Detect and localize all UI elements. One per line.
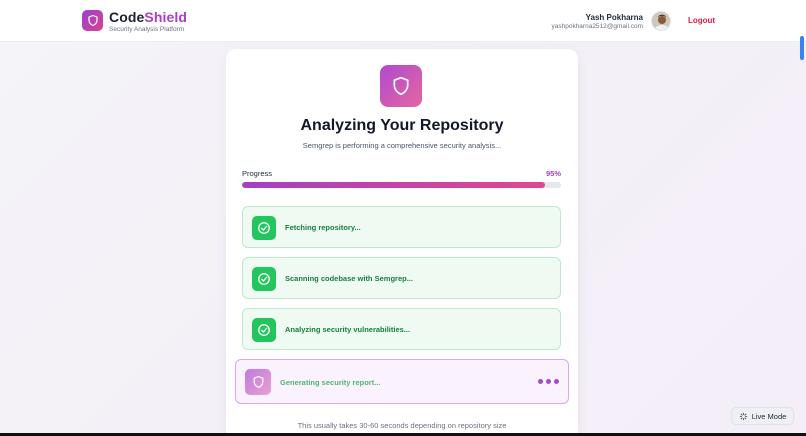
shield-icon [253,375,263,389]
live-mode-button[interactable]: Live Mode [731,407,794,425]
progress-fill [242,182,546,188]
analysis-card: Analyzing Your Repository Semgrep is per… [226,49,578,436]
hero-shield [380,65,422,107]
shield-icon [393,76,409,96]
step-analyzing: Analyzing security vulnerabilities... [242,308,561,350]
page-title: Analyzing Your Repository [300,117,504,134]
step-status [252,318,276,342]
step-label: Generating security report... [280,378,381,387]
step-fetching: Fetching repository... [242,206,561,248]
step-status [245,369,271,395]
step-status [252,216,276,240]
step-status [252,267,276,291]
step-generating: Generating security report... [235,359,569,404]
logo[interactable] [82,10,103,31]
top-header: CodeShield Security Analysis Platform Ya… [0,0,806,42]
step-scanning: Scanning codebase with Semgrep... [242,257,561,299]
user-name: Yash Pokharna [585,13,643,22]
shield-icon [87,14,98,27]
progress-bar [242,182,561,188]
duration-note: This usually takes 30-60 seconds dependi… [297,421,507,430]
page-scrollbar[interactable] [800,36,804,60]
check-circle-icon [258,324,270,336]
brand-tagline: Security Analysis Platform [109,26,185,33]
progress-label: Progress [242,169,273,178]
check-circle-icon [258,273,270,285]
step-label: Analyzing security vulnerabilities... [285,325,411,334]
loading-dots-icon [538,379,559,384]
step-label: Fetching repository... [285,223,361,232]
live-mode-label: Live Mode [751,411,787,421]
user-email: yashpokharna2512@gmail.com [551,23,643,30]
step-label: Scanning codebase with Semgrep... [285,274,413,283]
check-circle-icon [258,222,270,234]
logout-button[interactable]: Logout [688,16,715,25]
brand-name: CodeShield [109,9,188,25]
user-photo-icon [652,12,670,30]
page-subtitle: Semgrep is performing a comprehensive se… [302,141,502,150]
sparkle-icon [739,412,747,420]
avatar[interactable] [651,11,671,31]
progress-percent: 95% [545,169,561,178]
